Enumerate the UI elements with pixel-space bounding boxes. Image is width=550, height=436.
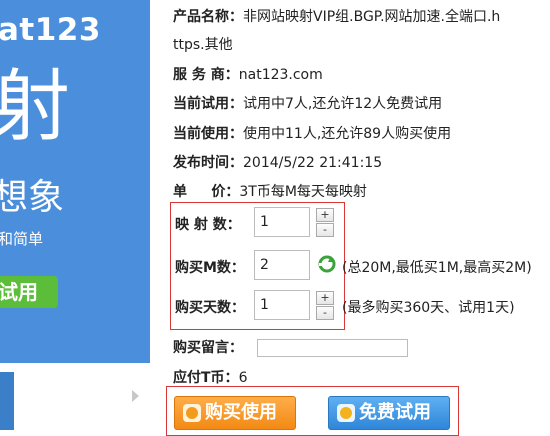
refresh-icon[interactable]: [318, 255, 336, 273]
price-label: 单 价：: [173, 184, 240, 200]
publish-time-row: 发布时间：2014/5/22 21:41:15: [173, 154, 382, 172]
gift-icon: [337, 404, 355, 422]
bandwidth-label: 购买M数：: [175, 260, 245, 276]
product-name-value-cont: ttps.其他: [173, 37, 233, 53]
trial-status-value: 试用中7人,还允许12人免费试用: [243, 96, 443, 112]
mapping-count-minus-button[interactable]: -: [316, 223, 334, 237]
days-input[interactable]: 1: [254, 290, 310, 320]
product-name-label: 产品名称：: [173, 9, 243, 25]
product-detail-page: at123 射 想象 和简单 试用 产品名称：非网站映射VIP组.BGP.网站加…: [0, 0, 550, 436]
product-name-continued: ttps.其他: [173, 36, 233, 54]
banner-thumbnail-strip: [0, 368, 150, 436]
promo-banner[interactable]: at123 射 想象 和简单 试用: [0, 0, 150, 363]
free-trial-button-label: 免费试用: [359, 402, 431, 423]
days-hint: (最多购买360天、试用1天): [342, 300, 515, 316]
banner-headline: 射: [0, 62, 71, 152]
usage-status-row: 当前使用：使用中11人,还允许89人购买使用: [173, 125, 451, 143]
usage-status-label: 当前使用：: [173, 126, 243, 142]
vendor-row: 服 务 商：nat123.com: [173, 66, 323, 84]
price-value: 3T币每M每天每映射: [239, 184, 367, 200]
message-label: 购买留言：: [173, 340, 243, 356]
days-minus-button[interactable]: -: [316, 306, 334, 320]
trial-status-label: 当前试用：: [173, 96, 243, 112]
message-row: 购买留言：: [173, 339, 243, 357]
product-name-value: 非网站映射VIP组.BGP.网站加速.全端口.h: [243, 9, 501, 25]
banner-subheadline: 想象: [0, 177, 65, 218]
bandwidth-input[interactable]: 2: [254, 250, 310, 280]
free-trial-button[interactable]: 免费试用: [328, 396, 450, 430]
vendor-label: 服 务 商：: [173, 67, 239, 83]
days-plus-button[interactable]: +: [316, 291, 334, 305]
mapping-count-input[interactable]: 1: [254, 207, 310, 237]
usage-status-value: 使用中11人,还允许89人购买使用: [243, 126, 452, 142]
banner-brand-text: at123: [0, 12, 101, 48]
buy-button-label: 购买使用: [205, 402, 277, 423]
cost-value: 6: [238, 370, 248, 386]
mapping-count-plus-button[interactable]: +: [316, 208, 334, 222]
vendor-value: nat123.com: [238, 67, 323, 83]
buy-button[interactable]: 购买使用: [174, 396, 296, 430]
banner-trial-tab[interactable]: 试用: [0, 276, 58, 308]
coin-icon: [183, 404, 201, 422]
publish-time-value: 2014/5/22 21:41:15: [243, 155, 383, 171]
bandwidth-hint: (总20M,最低买1M,最高买2M): [342, 260, 532, 276]
price-row: 单 价：3T币每M每天每映射: [173, 183, 367, 201]
publish-time-label: 发布时间：: [173, 155, 243, 171]
cost-row: 应付T币：6: [173, 369, 247, 387]
cost-label: 应付T币：: [173, 370, 239, 386]
message-input[interactable]: [257, 339, 408, 357]
next-arrow-icon[interactable]: [132, 390, 139, 402]
trial-status-row: 当前试用：试用中7人,还允许12人免费试用: [173, 95, 442, 113]
banner-tagline: 和简单: [0, 230, 44, 248]
product-name-row: 产品名称：非网站映射VIP组.BGP.网站加速.全端口.h: [173, 8, 500, 26]
banner-thumbnail[interactable]: [0, 372, 14, 430]
product-info-panel: 产品名称：非网站映射VIP组.BGP.网站加速.全端口.h ttps.其他 服 …: [150, 0, 550, 436]
mapping-count-label: 映 射 数：: [175, 217, 241, 233]
days-label: 购买天数：: [175, 300, 245, 316]
